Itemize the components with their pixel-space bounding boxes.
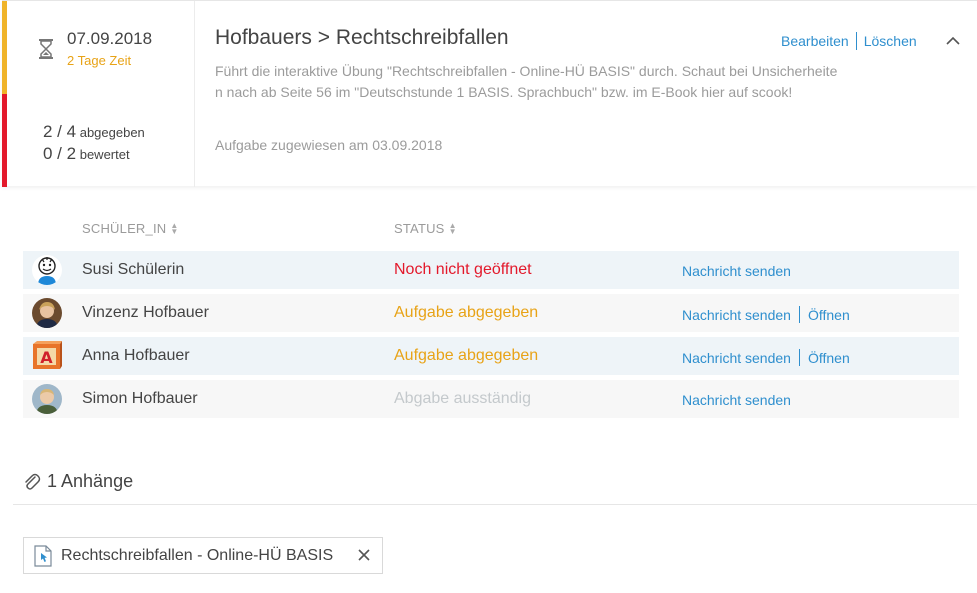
assignment-card: 07.09.2018 2 Tage Zeit 2 / 4 abgegeben 0… <box>2 0 977 187</box>
student-name: Simon Hofbauer <box>82 390 198 407</box>
delete-button[interactable]: Löschen <box>864 33 917 49</box>
due-date: 07.09.2018 <box>67 29 153 48</box>
edit-button[interactable]: Bearbeiten <box>781 33 849 49</box>
student-status: Noch nicht geöffnet <box>394 261 532 278</box>
table-row: Vinzenz Hofbauer Aufgabe abgegeben Nachr… <box>23 294 959 332</box>
send-message-button[interactable]: Nachricht senden <box>682 350 791 366</box>
attachment-label: Rechtschreibfallen - Online-HÜ BASIS <box>61 547 334 564</box>
student-name: Anna Hofbauer <box>82 347 190 364</box>
send-message-button[interactable]: Nachricht senden <box>682 392 791 408</box>
table-row: Susi Schülerin Noch nicht geöffnet Nachr… <box>23 251 959 289</box>
student-status: Abgabe ausständig <box>394 390 531 407</box>
submitted-number: 2 / 4 <box>43 122 77 141</box>
section-divider <box>13 504 977 505</box>
close-icon[interactable] <box>355 546 373 564</box>
assignment-title: Hofbauers > Rechtschreibfallen <box>215 26 509 49</box>
row-actions: Nachricht senden <box>682 263 791 279</box>
student-name: Vinzenz Hofbauer <box>82 304 209 321</box>
row-actions: Nachricht senden Öffnen <box>682 349 850 366</box>
send-message-button[interactable]: Nachricht senden <box>682 263 791 279</box>
photo-avatar <box>32 384 62 414</box>
column-header-status-label: STATUS <box>394 221 445 236</box>
sort-icon: ▲ ▼ <box>448 220 457 236</box>
attachments-heading: 1 Anhänge <box>22 471 133 492</box>
open-button[interactable]: Öffnen <box>808 307 850 323</box>
svg-text:A: A <box>40 348 53 367</box>
student-status: Aufgabe abgegeben <box>394 304 539 321</box>
action-divider <box>798 349 800 366</box>
table-row: A Anna Hofbauer Aufgabe abgegeben Nachri… <box>23 337 959 375</box>
graded-label: bewertet <box>79 147 130 162</box>
row-actions: Nachricht senden Öffnen <box>682 306 850 323</box>
attachment-item[interactable]: Rechtschreibfallen - Online-HÜ BASIS <box>23 537 383 574</box>
photo-avatar <box>32 298 62 328</box>
column-header-student-label: SCHÜLER_IN <box>82 221 167 236</box>
column-header-student[interactable]: SCHÜLER_IN ▲ ▼ <box>82 221 178 236</box>
assignment-description: Führt die interaktive Übung "Rechtschrei… <box>215 63 838 100</box>
assignment-summary: 07.09.2018 2 Tage Zeit 2 / 4 abgegeben 0… <box>7 1 195 187</box>
student-list: Susi Schülerin Noch nicht geöffnet Nachr… <box>23 251 959 423</box>
column-header-status[interactable]: STATUS ▲ ▼ <box>394 221 457 236</box>
sort-icon: ▲ ▼ <box>170 220 179 236</box>
cartoon-avatar-icon <box>32 255 62 285</box>
submitted-count: 2 / 4 abgegeben <box>43 122 145 142</box>
hourglass-icon <box>39 39 53 59</box>
interactive-file-icon <box>34 545 52 567</box>
graded-number: 0 / 2 <box>43 144 77 163</box>
letter-block-avatar-icon: A <box>32 341 62 371</box>
row-actions: Nachricht senden <box>682 392 791 408</box>
submitted-label: abgegeben <box>79 125 145 140</box>
chevron-up-icon[interactable] <box>944 32 962 50</box>
attachments-title: 1 Anhänge <box>47 471 134 491</box>
student-name: Susi Schülerin <box>82 261 185 278</box>
time-left: 2 Tage Zeit <box>67 53 132 68</box>
graded-count: 0 / 2 bewertet <box>43 144 130 164</box>
open-button[interactable]: Öffnen <box>808 350 850 366</box>
paperclip-icon <box>25 473 41 490</box>
table-row: Simon Hofbauer Abgabe ausständig Nachric… <box>23 380 959 418</box>
assigned-date: Aufgabe zugewiesen am 03.09.2018 <box>215 137 443 153</box>
student-status: Aufgabe abgegeben <box>394 347 539 364</box>
send-message-button[interactable]: Nachricht senden <box>682 307 791 323</box>
action-divider <box>855 32 857 50</box>
action-divider <box>798 306 800 323</box>
assignment-actions: Bearbeiten Löschen <box>781 32 917 50</box>
